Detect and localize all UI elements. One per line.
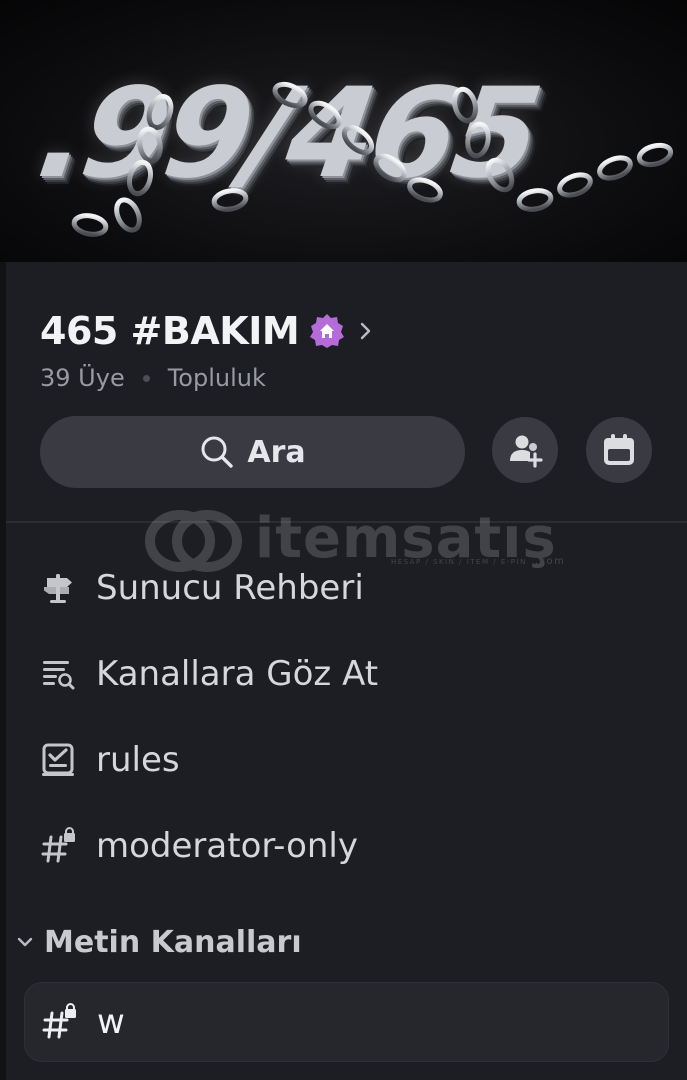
channel-w[interactable]: w: [24, 982, 669, 1062]
channel-label: moderator-only: [96, 826, 358, 866]
calendar-icon: [604, 434, 634, 465]
search-icon: [199, 434, 235, 470]
server-name[interactable]: 465 #BAKIM: [40, 309, 300, 353]
category-text-channels[interactable]: Metin Kanalları: [14, 916, 302, 968]
rules-checkbox-icon: [38, 740, 78, 780]
channel-label: rules: [96, 740, 180, 780]
chevron-down-icon: [14, 931, 36, 953]
channel-label: Kanallara Göz At: [96, 654, 379, 694]
separator-dot: [142, 374, 150, 382]
search-label: Ara: [247, 434, 306, 470]
channel-label: w: [97, 1002, 125, 1042]
server-channel-panel: .99/465 465 #BAKIM 39 Üye Topluluk Ara i…: [0, 0, 687, 1080]
browse-channels-icon: [38, 654, 78, 694]
chevron-right-icon: [359, 320, 373, 342]
events-button[interactable]: [586, 417, 652, 483]
channel-rules[interactable]: rules: [24, 722, 669, 798]
search-button[interactable]: Ara: [40, 416, 465, 488]
section-divider: [6, 521, 687, 523]
channel-moderator-only[interactable]: moderator-only: [24, 808, 669, 884]
channel-label: Sunucu Rehberi: [96, 568, 364, 608]
server-header[interactable]: 465 #BAKIM: [40, 302, 373, 360]
channel-server-guide[interactable]: Sunucu Rehberi: [24, 550, 669, 626]
invite-members-button[interactable]: [492, 417, 558, 483]
channel-browse-channels[interactable]: Kanallara Göz At: [24, 636, 669, 712]
server-type: Topluluk: [167, 364, 266, 392]
category-label: Metin Kanalları: [44, 924, 302, 960]
server-meta: 39 Üye Topluluk: [40, 364, 266, 392]
locked-hash-icon: [38, 826, 78, 866]
server-banner[interactable]: .99/465: [0, 0, 687, 262]
chain-overlay: [71, 81, 674, 237]
community-home-badge-icon: [309, 313, 345, 349]
locked-hash-icon: [39, 1002, 79, 1042]
signpost-icon: [38, 568, 78, 608]
member-count: 39 Üye: [40, 364, 125, 392]
add-member-icon: [510, 435, 543, 468]
